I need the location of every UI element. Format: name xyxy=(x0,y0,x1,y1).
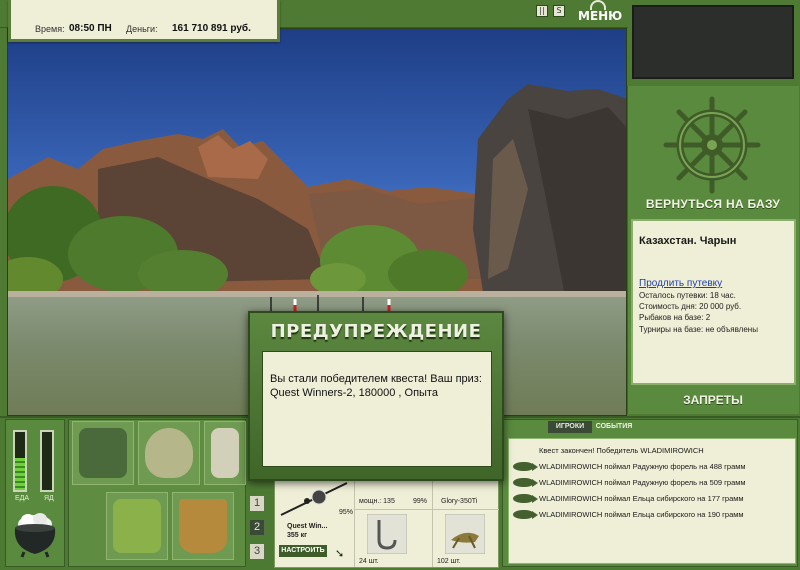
money-label: Деньги: xyxy=(126,24,158,34)
food-meter xyxy=(13,430,27,492)
return-to-base-button[interactable]: ВЕРНУТЬСЯ НА БАЗУ xyxy=(630,197,796,217)
arrow-down-right-icon: ➘ xyxy=(335,548,345,560)
inventory-slot-net[interactable] xyxy=(204,421,246,485)
rig-percent: 95% xyxy=(339,509,354,516)
bait-count: 102 шт. xyxy=(437,558,461,565)
helm-icon xyxy=(590,0,606,10)
list-item: WLADIMIROWICH поймал Ельца сибирского на… xyxy=(509,507,797,523)
warning-dialog[interactable]: ПРЕДУПРЕЖДЕНИЕ Вы стали победителем квес… xyxy=(248,311,504,481)
hook-icon xyxy=(367,514,407,554)
bans-button[interactable]: ЗАПРЕТЫ xyxy=(630,393,796,409)
sack-icon xyxy=(145,428,193,478)
hooks-cell[interactable]: 24 шт. xyxy=(355,509,433,567)
fish-icon xyxy=(513,510,538,519)
anglers-text: Рыбаков на базе: 2 xyxy=(639,313,711,322)
rig-name: Quest Win... xyxy=(287,523,328,530)
pause-button[interactable]: || xyxy=(536,5,548,17)
list-item: WLADIMIROWICH поймал Радужную форель на … xyxy=(509,459,797,475)
trip-left-text: Осталось путевки: 18 час. xyxy=(639,291,736,300)
inventory-slot-basket[interactable] xyxy=(106,492,168,560)
setup-button[interactable]: НАСТРОИТЬ xyxy=(279,545,327,557)
net-icon xyxy=(211,428,239,478)
dialog-title: ПРЕДУПРЕЖДЕНИЕ xyxy=(270,321,482,342)
food-meter-fill xyxy=(15,458,25,490)
events-list: Квест закончен! Победитель WLADIMIROWICH… xyxy=(508,438,796,564)
inventory-slot-bag[interactable] xyxy=(72,421,134,485)
food-label: ЕДА xyxy=(15,495,30,502)
time-label: Время: xyxy=(35,24,65,34)
list-item: Квест закончен! Победитель WLADIMIROWICH xyxy=(539,446,704,455)
menu-button[interactable]: МЕНЮ xyxy=(578,0,622,24)
minimap-panel xyxy=(632,5,794,79)
location-name: Казахстан. Чарын xyxy=(639,235,737,247)
sound-button[interactable]: S xyxy=(553,5,565,17)
base-info-card: Казахстан. Чарын Продлить путевку Остало… xyxy=(631,219,796,385)
bag-icon xyxy=(79,428,127,478)
fish-icon xyxy=(513,478,538,487)
inventory-slot-sack[interactable] xyxy=(138,421,200,485)
tab-events[interactable]: СОБЫТИЯ xyxy=(594,421,634,433)
money-value: 161 710 891 руб. xyxy=(172,23,251,34)
poison-label: ЯД xyxy=(44,495,54,502)
poison-meter xyxy=(40,430,54,492)
list-item: WLADIMIROWICH поймал Ельца сибирского на… xyxy=(509,491,797,507)
fish-icon xyxy=(513,462,538,471)
inventory-page-1-button[interactable]: 1 xyxy=(249,495,265,512)
hooks-count: 24 шт. xyxy=(359,558,379,565)
inventory-page-3-button[interactable]: 3 xyxy=(249,543,265,560)
time-value: 08:50 ПН xyxy=(69,23,112,34)
line-name: Glory-350Ti xyxy=(441,498,478,505)
basket-icon xyxy=(113,499,161,553)
tab-players[interactable]: ИГРОКИ xyxy=(548,421,592,433)
list-item: WLADIMIROWICH поймал Радужную форель на … xyxy=(509,475,797,491)
rig-weight: 355 кг xyxy=(287,532,308,539)
tournaments-text: Турниры на базе: не объявлены xyxy=(639,325,758,334)
grasshopper-icon xyxy=(445,514,485,554)
menu-label: МЕНЮ xyxy=(578,9,623,23)
bucket-icon xyxy=(179,499,227,553)
cauldron-icon[interactable] xyxy=(12,510,58,558)
status-info-box: Время: 08:50 ПН Деньги: 161 710 891 руб. xyxy=(8,0,280,42)
day-cost-text: Стоимость дня: 20 000 руб. xyxy=(639,302,742,311)
inventory-page-2-button[interactable]: 2 xyxy=(249,519,265,536)
helm-icon[interactable] xyxy=(660,95,764,195)
inventory-slot-bucket[interactable] xyxy=(172,492,234,560)
fish-icon xyxy=(513,494,538,503)
bait-cell[interactable]: 102 шт. xyxy=(433,509,499,567)
dialog-message: Вы стали победителем квеста! Ваш приз: Q… xyxy=(262,351,492,467)
power-text: мощн.: 135 xyxy=(359,498,395,505)
reel-percent: 99% xyxy=(413,498,428,505)
extend-trip-link[interactable]: Продлить путевку xyxy=(639,278,722,289)
